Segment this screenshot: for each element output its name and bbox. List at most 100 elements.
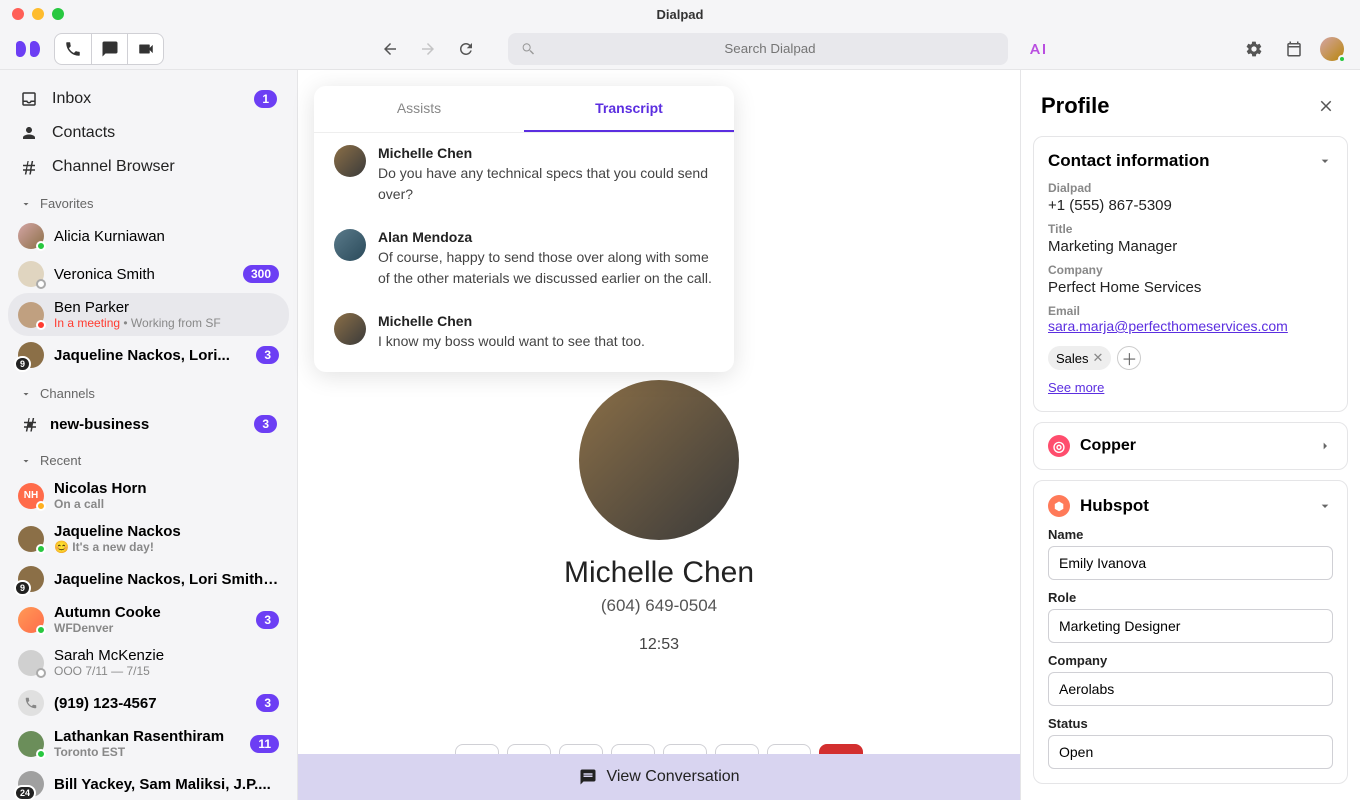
calendar-button[interactable] (1280, 35, 1308, 63)
view-conversation-bar[interactable]: View Conversation (298, 754, 1020, 800)
recent-nicolas[interactable]: NH Nicolas HornOn a call (8, 474, 289, 517)
sidebar: Inbox 1 Contacts Channel Browser Favorit… (0, 70, 298, 800)
recent-jaqueline[interactable]: Jaqueline Nackos😊 It's a new day! (8, 517, 289, 560)
copper-icon: ◎ (1048, 435, 1070, 457)
remove-tag-icon[interactable]: ✕ (1093, 350, 1104, 366)
search-bar[interactable] (508, 33, 1008, 65)
profile-title: Profile (1041, 93, 1109, 119)
badge: 300 (243, 265, 279, 283)
transcript-message: Michelle ChenDo you have any technical s… (314, 133, 734, 217)
app-title: Dialpad (657, 7, 704, 22)
field-label: Title (1048, 222, 1333, 236)
recent-group-bill[interactable]: 24 Bill Yackey, Sam Maliksi, J.P.... (8, 765, 289, 800)
favorite-ben-parker[interactable]: Ben Parker In a meeting • Working from S… (8, 293, 289, 336)
caller-avatar (579, 380, 739, 540)
favorites-header[interactable]: Favorites (8, 184, 289, 217)
see-more-link[interactable]: See more (1048, 380, 1104, 395)
badge: 3 (256, 611, 279, 629)
chevron-down-icon (1317, 497, 1333, 515)
favorite-alicia[interactable]: Alicia Kurniawan (8, 217, 289, 255)
nav-inbox-label: Inbox (52, 90, 91, 108)
nav-contacts[interactable]: Contacts (8, 116, 289, 150)
hubspot-name-input[interactable] (1048, 546, 1333, 580)
channels-header[interactable]: Channels (8, 374, 289, 407)
phone-value: +1 (555) 867-5309 (1048, 197, 1333, 214)
field-label: Company (1048, 263, 1333, 277)
hubspot-section: ⬢Hubspot Name Role Company Status (1033, 480, 1348, 784)
traffic-lights (12, 8, 64, 20)
profile-header: Profile (1033, 86, 1348, 136)
tags-row: Sales✕ ＋ (1048, 346, 1333, 370)
tab-assists[interactable]: Assists (314, 86, 524, 132)
search-input[interactable] (544, 41, 996, 56)
forward-button[interactable] (414, 35, 442, 63)
user-avatar[interactable] (1320, 37, 1344, 61)
tab-transcript[interactable]: Transcript (524, 86, 734, 132)
recent-lathankan[interactable]: Lathankan RasenthiramToronto EST 11 (8, 722, 289, 765)
recent-sarah[interactable]: Sarah McKenzieOOO 7/11 — 7/15 (8, 641, 289, 684)
nav-buttons (376, 35, 480, 63)
hubspot-status-input[interactable] (1048, 735, 1333, 769)
contact-info-header[interactable]: Contact information (1048, 151, 1333, 171)
recent-phone-919[interactable]: (919) 123-4567 3 (8, 684, 289, 722)
hubspot-role-input[interactable] (1048, 609, 1333, 643)
hash-icon (20, 415, 40, 433)
chevron-down-icon (20, 198, 32, 210)
favorite-group-jaqueline[interactable]: 9 Jaqueline Nackos, Lori... 3 (8, 336, 289, 374)
nav-channel-browser-label: Channel Browser (52, 158, 175, 176)
call-center: Michelle Chen (604) 649-0504 12:53 (564, 380, 754, 654)
recent-header[interactable]: Recent (8, 441, 289, 474)
minimize-window-button[interactable] (32, 8, 44, 20)
call-view: Assists Transcript Michelle ChenDo you h… (298, 70, 1020, 800)
chat-button[interactable] (91, 34, 127, 64)
avatar (334, 313, 366, 345)
email-link[interactable]: sara.marja@perfecthomeservices.com (1048, 318, 1288, 334)
hubspot-company-input[interactable] (1048, 672, 1333, 706)
main-toolbar (0, 28, 1360, 70)
title-value: Marketing Manager (1048, 238, 1333, 255)
field-label: Company (1048, 653, 1333, 668)
contact-info-section: Contact information Dialpad +1 (555) 867… (1033, 136, 1348, 412)
chevron-down-icon (1317, 152, 1333, 170)
inbox-icon (20, 90, 38, 108)
chevron-down-icon (20, 455, 32, 467)
field-label: Status (1048, 716, 1333, 731)
profile-panel: Profile Contact information Dialpad +1 (… (1020, 70, 1360, 800)
copper-section[interactable]: ◎ Copper (1033, 422, 1348, 470)
dial-button[interactable] (55, 34, 91, 64)
badge: 3 (256, 346, 279, 364)
close-window-button[interactable] (12, 8, 24, 20)
recent-autumn[interactable]: Autumn CookeWFDenver 3 (8, 598, 289, 641)
avatar (334, 145, 366, 177)
hash-icon (20, 158, 38, 176)
nav-channel-browser[interactable]: Channel Browser (8, 150, 289, 184)
caller-name: Michelle Chen (564, 556, 754, 590)
field-label: Name (1048, 527, 1333, 542)
field-label: Dialpad (1048, 181, 1333, 195)
video-button[interactable] (127, 34, 163, 64)
add-tag-button[interactable]: ＋ (1117, 346, 1141, 370)
nav-inbox[interactable]: Inbox 1 (8, 82, 289, 116)
refresh-button[interactable] (452, 35, 480, 63)
recent-group-jaqueline[interactable]: 9 Jaqueline Nackos, Lori Smith,... (8, 560, 289, 598)
chat-icon (578, 768, 598, 786)
dialpad-logo (16, 39, 42, 59)
toolbar-right (1240, 35, 1344, 63)
inbox-badge: 1 (254, 90, 277, 108)
search-icon (520, 41, 536, 57)
tag-sales[interactable]: Sales✕ (1048, 346, 1111, 370)
field-label: Role (1048, 590, 1333, 605)
avatar (334, 229, 366, 261)
hubspot-icon: ⬢ (1048, 495, 1070, 517)
back-button[interactable] (376, 35, 404, 63)
settings-button[interactable] (1240, 35, 1268, 63)
badge: 3 (254, 415, 277, 433)
close-profile-button[interactable] (1312, 92, 1340, 120)
favorite-veronica[interactable]: Veronica Smith 300 (8, 255, 289, 293)
contacts-icon (20, 124, 38, 142)
comm-buttons (54, 33, 164, 65)
company-value: Perfect Home Services (1048, 279, 1333, 296)
channel-new-business[interactable]: new-business 3 (8, 407, 289, 441)
maximize-window-button[interactable] (52, 8, 64, 20)
hubspot-header[interactable]: ⬢Hubspot (1048, 495, 1333, 517)
